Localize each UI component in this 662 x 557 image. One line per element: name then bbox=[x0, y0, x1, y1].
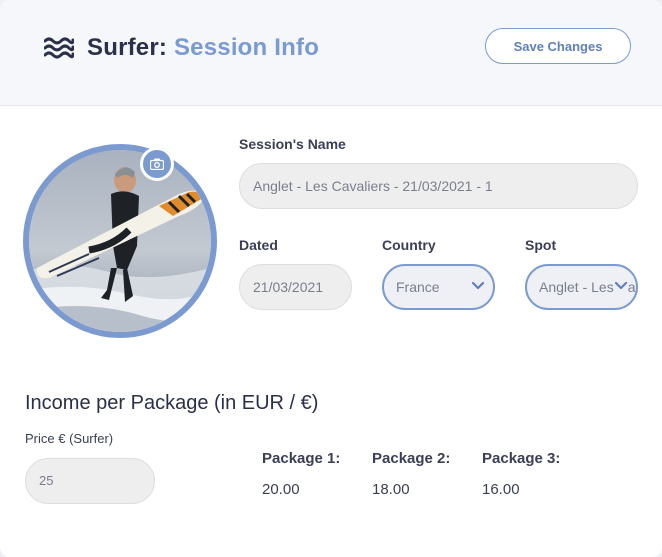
dated-field[interactable]: 21/03/2021 bbox=[239, 264, 352, 310]
country-select[interactable]: France bbox=[382, 264, 495, 310]
spot-select[interactable]: Anglet - Les Cavaliers bbox=[525, 264, 638, 310]
surfer-photo-image bbox=[29, 150, 211, 332]
package-3-value: 16.00 bbox=[482, 481, 520, 498]
country-value: France bbox=[396, 279, 440, 295]
waves-icon bbox=[44, 37, 74, 59]
session-photo bbox=[23, 144, 217, 338]
session-info-card: Surfer: Session Info Save Changes Sessio… bbox=[0, 0, 662, 557]
price-field[interactable]: 25 bbox=[25, 458, 155, 504]
package-2-value: 18.00 bbox=[372, 481, 410, 498]
chevron-down-icon bbox=[614, 280, 628, 292]
dated-label: Dated bbox=[239, 237, 278, 253]
price-label: Price € (Surfer) bbox=[25, 431, 114, 446]
save-changes-button[interactable]: Save Changes bbox=[485, 28, 631, 64]
package-2-label: Package 2: bbox=[372, 450, 451, 467]
income-section-title: Income per Package (in EUR / €) bbox=[25, 392, 319, 414]
chevron-down-icon bbox=[471, 280, 485, 292]
session-name-label: Session's Name bbox=[239, 136, 346, 152]
page-name: Session Info bbox=[173, 34, 320, 61]
page-title: Surfer: Session Info bbox=[87, 34, 319, 62]
app-name: Surfer: bbox=[87, 34, 168, 61]
change-photo-button[interactable] bbox=[140, 147, 174, 181]
session-name-field[interactable]: Anglet - Les Cavaliers - 21/03/2021 - 1 bbox=[239, 163, 638, 209]
country-label: Country bbox=[382, 237, 436, 253]
spot-label: Spot bbox=[525, 237, 557, 253]
camera-icon bbox=[150, 158, 164, 170]
page-header: Surfer: Session Info Save Changes bbox=[0, 0, 662, 106]
package-1-value: 20.00 bbox=[262, 481, 300, 498]
package-3-label: Package 3: bbox=[482, 450, 561, 467]
package-1-label: Package 1: bbox=[262, 450, 341, 467]
